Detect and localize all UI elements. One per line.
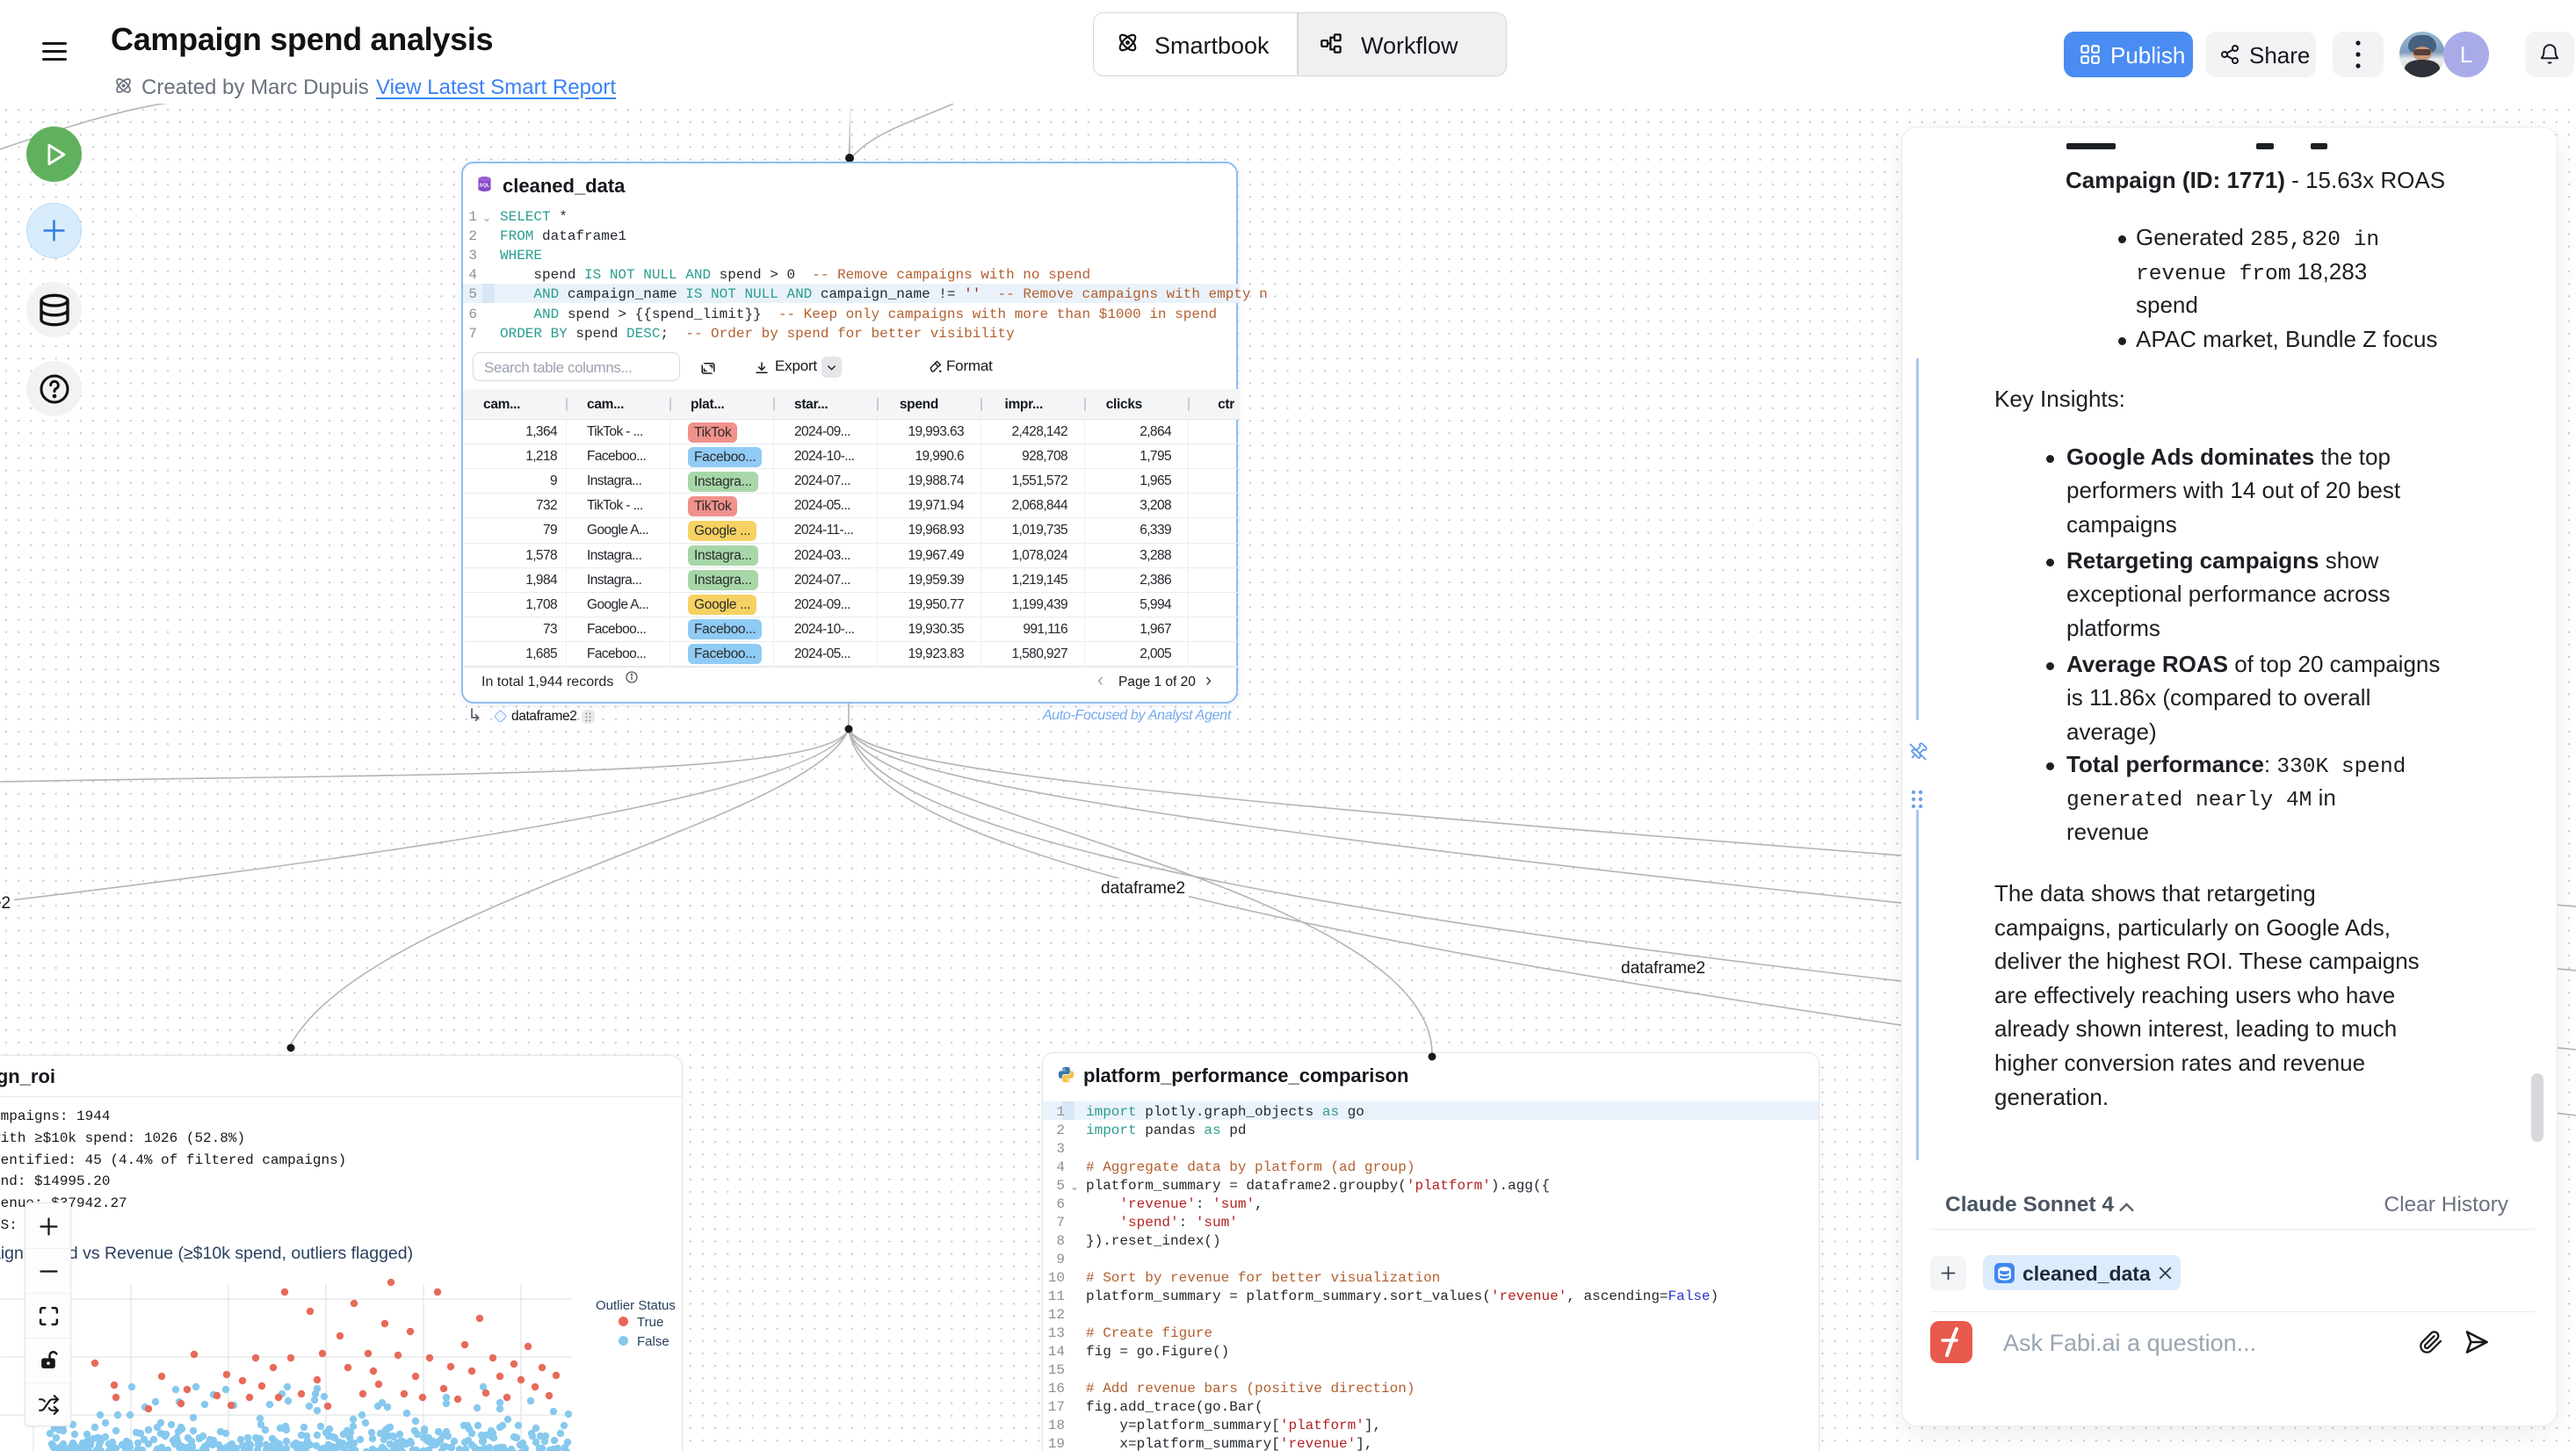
svg-text:SQL: SQL [480,183,490,188]
